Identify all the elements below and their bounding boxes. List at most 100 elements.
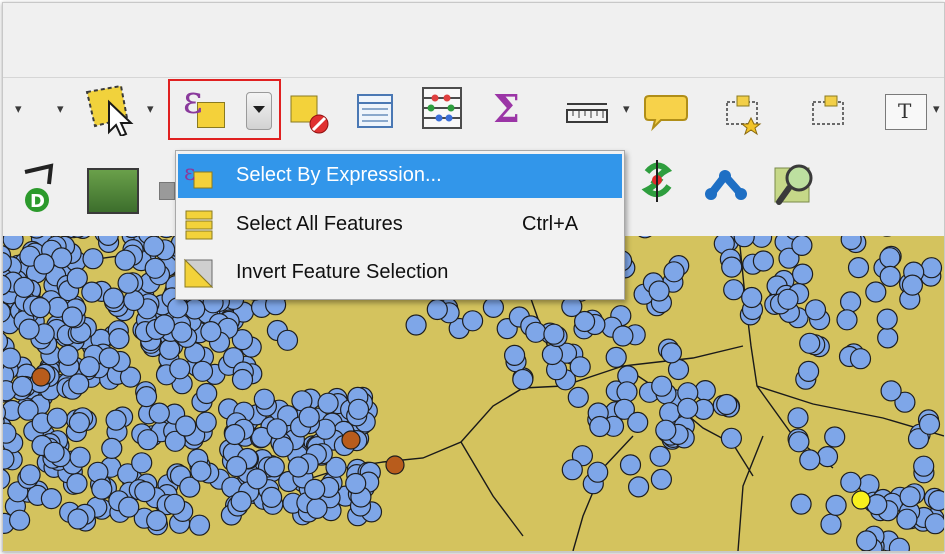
point-feature xyxy=(816,446,839,468)
point-feature xyxy=(927,489,944,512)
point-feature xyxy=(619,454,642,476)
text-annotation-button[interactable]: T xyxy=(885,94,927,130)
point-feature xyxy=(649,445,671,467)
point-feature xyxy=(188,514,211,536)
point-feature xyxy=(153,314,175,336)
point-feature xyxy=(43,441,65,463)
invert-selection-icon xyxy=(183,258,214,289)
point-feature xyxy=(306,497,328,519)
menu-item-invert-feature-selection[interactable]: Invert Feature Selection xyxy=(178,251,622,295)
statistical-summary-icon[interactable]: Σ xyxy=(493,86,520,131)
add-raster-layer-icon[interactable] xyxy=(87,168,139,214)
point-feature xyxy=(190,460,212,482)
point-feature xyxy=(804,299,827,321)
point-feature xyxy=(91,478,113,500)
point-feature xyxy=(317,392,339,414)
point-feature xyxy=(820,513,842,535)
point-feature xyxy=(108,327,130,350)
point-feature xyxy=(650,468,673,490)
chevron-down-icon[interactable]: ▾ xyxy=(147,102,154,115)
point-feature xyxy=(627,411,649,433)
point-feature xyxy=(200,320,222,343)
measure-line-icon[interactable] xyxy=(563,98,611,128)
select-dropdown-menu: ε Select By Expression... Select All Fea… xyxy=(175,150,625,300)
point-feature xyxy=(791,236,813,256)
point-feature xyxy=(82,248,104,270)
yellow-point xyxy=(851,490,871,510)
deselect-features-icon[interactable] xyxy=(289,94,333,134)
menu-item-select-all-features[interactable]: Select All Features Ctrl+A xyxy=(178,203,622,247)
point-feature xyxy=(196,382,218,405)
point-feature xyxy=(587,461,609,483)
select-by-area-icon[interactable] xyxy=(81,82,137,136)
point-feature xyxy=(716,393,738,416)
point-feature xyxy=(13,276,35,299)
point-feature xyxy=(504,344,526,367)
point-feature xyxy=(134,481,156,503)
map-tips-icon[interactable] xyxy=(643,90,689,134)
new-bookmark-icon[interactable] xyxy=(721,88,769,136)
point-feature xyxy=(677,397,699,419)
point-feature xyxy=(913,455,935,477)
point-feature xyxy=(246,468,268,490)
point-feature xyxy=(543,323,565,345)
add-3d-layer-icon[interactable]: D xyxy=(21,162,59,216)
point-feature xyxy=(567,386,589,408)
point-feature xyxy=(879,247,901,269)
select-dropdown-button[interactable] xyxy=(246,92,272,130)
chevron-down-icon[interactable]: ▾ xyxy=(57,102,64,115)
point-feature xyxy=(3,468,11,490)
point-feature xyxy=(840,471,862,493)
point-feature xyxy=(856,530,878,551)
point-feature xyxy=(191,360,214,382)
point-feature xyxy=(118,496,140,518)
attribute-table-icon[interactable] xyxy=(355,92,397,132)
select-by-expression-button[interactable]: ε xyxy=(179,78,239,132)
point-feature xyxy=(589,415,611,438)
processing-history-icon[interactable] xyxy=(635,156,679,206)
point-feature xyxy=(11,375,33,397)
point-feature xyxy=(694,380,716,402)
point-feature xyxy=(61,306,83,328)
overflow-arrow-icon[interactable]: ▾ xyxy=(15,102,22,115)
point-feature xyxy=(879,265,901,288)
point-feature xyxy=(224,423,246,446)
point-feature xyxy=(148,402,170,424)
point-feature xyxy=(66,267,88,289)
point-feature xyxy=(57,344,79,367)
point-feature xyxy=(345,472,367,495)
network-analysis-icon[interactable] xyxy=(703,166,751,202)
menu-item-label: Select By Expression... xyxy=(236,164,442,186)
point-feature xyxy=(169,358,191,380)
point-feature xyxy=(512,368,534,391)
point-feature xyxy=(920,257,943,279)
show-bookmarks-icon[interactable] xyxy=(809,88,855,128)
point-feature xyxy=(287,456,309,478)
menu-item-shortcut: Ctrl+A xyxy=(522,213,579,235)
add-wms-layer-icon[interactable] xyxy=(159,182,175,200)
point-feature xyxy=(847,257,870,279)
point-feature xyxy=(405,314,427,336)
point-feature xyxy=(790,493,812,515)
point-feature xyxy=(569,356,591,378)
point-feature xyxy=(655,419,677,441)
point-feature xyxy=(131,452,153,474)
point-feature xyxy=(253,388,275,410)
menu-item-select-by-expression[interactable]: ε Select By Expression... xyxy=(178,154,622,198)
zoom-to-layer-icon[interactable] xyxy=(771,160,819,210)
point-feature xyxy=(146,509,168,532)
point-feature xyxy=(462,310,484,332)
brown-point xyxy=(341,430,361,450)
chevron-down-icon[interactable]: ▾ xyxy=(933,102,940,115)
point-feature xyxy=(648,280,670,302)
text-annotation-icon: T xyxy=(898,99,912,123)
point-feature xyxy=(114,249,136,271)
field-calculator-icon[interactable] xyxy=(419,84,465,134)
point-feature xyxy=(272,436,294,458)
point-feature xyxy=(839,291,862,313)
point-feature xyxy=(195,411,217,433)
point-feature xyxy=(880,380,902,402)
point-feature xyxy=(78,356,100,378)
point-feature xyxy=(799,449,821,471)
chevron-down-icon[interactable]: ▾ xyxy=(623,102,630,115)
